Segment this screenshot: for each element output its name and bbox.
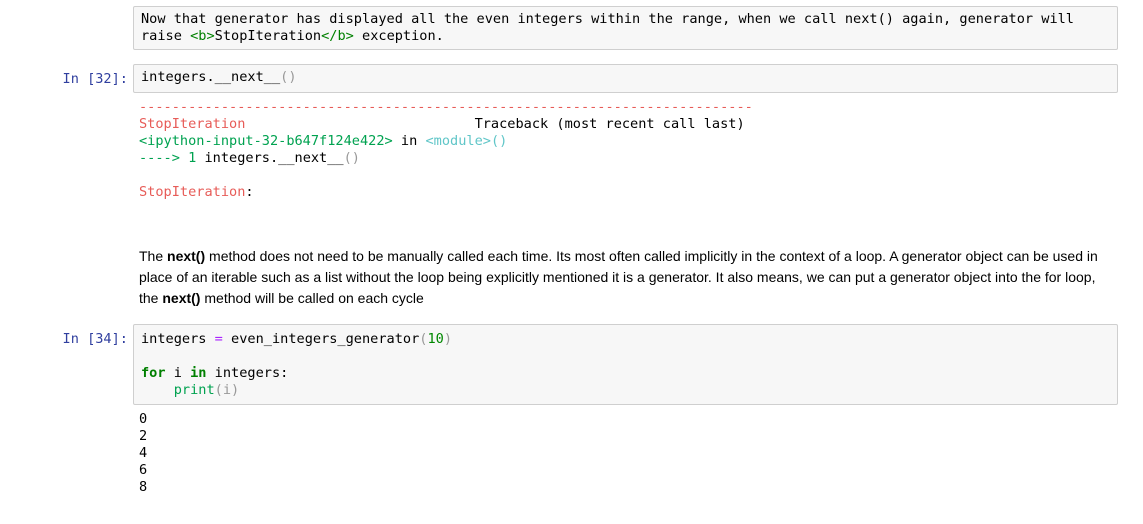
md-text-3: method will be called on each cycle [200,290,424,306]
code-print: print [173,382,215,398]
output-line: 4 [139,445,148,461]
traceback-line-no: 1 [179,150,205,166]
code-parens: () [280,69,297,85]
code-assign-op: = [214,331,223,347]
traceback-final-error: StopIteration [139,184,246,200]
markdown-rendered-text: The next() method does not need to be ma… [139,246,1109,309]
markdown-edit-cell[interactable]: Now that generator has displayed all the… [133,6,1118,50]
bold-close-tag: </b> [321,28,354,44]
code-print-args: (i) [214,382,240,398]
traceback-input-ref: <ipython-input-32-b647f124e422> [139,133,393,149]
code-in-keyword: in [190,365,207,381]
traceback-final-colon: : [245,184,254,200]
md-bold-next-1: next() [167,248,206,264]
cell-32-input[interactable]: integers.__next__() [133,64,1118,93]
traceback-header: Traceback (most recent call last) [474,116,745,132]
bold-content: StopIteration [214,28,322,44]
code-paren-close: ) [443,331,453,347]
traceback-dashes: ----------------------------------------… [139,99,753,115]
traceback-line-code: integers.__next__ [204,150,344,166]
md-text-1: The [139,248,168,264]
output-line: 2 [139,428,148,444]
traceback-in: in [392,133,426,149]
output-line: 8 [139,479,148,495]
cell-34-prompt: In [34]: [62,331,128,347]
cell-34-input[interactable]: integers = even_integers_generator(10) f… [133,324,1118,405]
bold-open-tag: <b> [190,28,215,44]
code-number: 10 [427,331,444,347]
md-bold-next-2: next() [162,290,201,306]
code-iterable: integers: [206,365,289,381]
output-line: 0 [139,411,148,427]
code-call: even_integers_generator [222,331,420,347]
traceback-arrow: ----> [139,150,180,166]
code-var: integers [141,331,215,347]
markdown-line-2-pre: raise [141,28,191,44]
cell-32-prompt: In [32]: [62,71,128,87]
markdown-line-1: Now that generator has displayed all the… [141,11,1074,27]
traceback-output: ----------------------------------------… [139,99,753,201]
output-line: 6 [139,462,148,478]
code-method: __next__ [214,69,281,85]
cell-34-output: 02468 [139,411,147,496]
traceback-error-name: StopIteration [139,116,246,132]
code-loop-var: i [165,365,191,381]
traceback-line-parens: () [343,150,360,166]
traceback-module-parens: () [490,133,508,149]
markdown-line-2-post: exception. [353,28,444,44]
code-text: integers. [141,69,215,85]
traceback-module: <module> [425,133,491,149]
code-for-keyword: for [141,365,166,381]
